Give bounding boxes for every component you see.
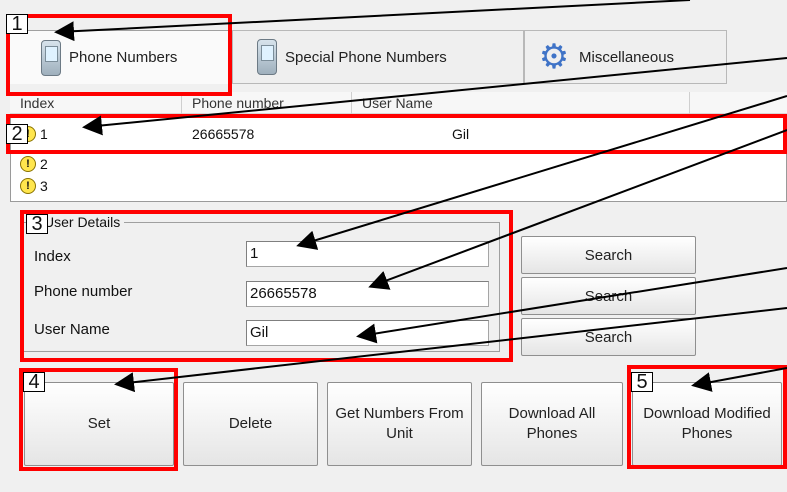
arrow xyxy=(54,0,691,42)
arrow xyxy=(82,57,787,136)
arrow xyxy=(368,129,787,290)
annotation-arrows xyxy=(54,0,787,393)
arrow xyxy=(356,267,787,344)
arrow xyxy=(114,307,787,393)
arrow xyxy=(296,95,787,250)
arrow xyxy=(691,367,787,392)
